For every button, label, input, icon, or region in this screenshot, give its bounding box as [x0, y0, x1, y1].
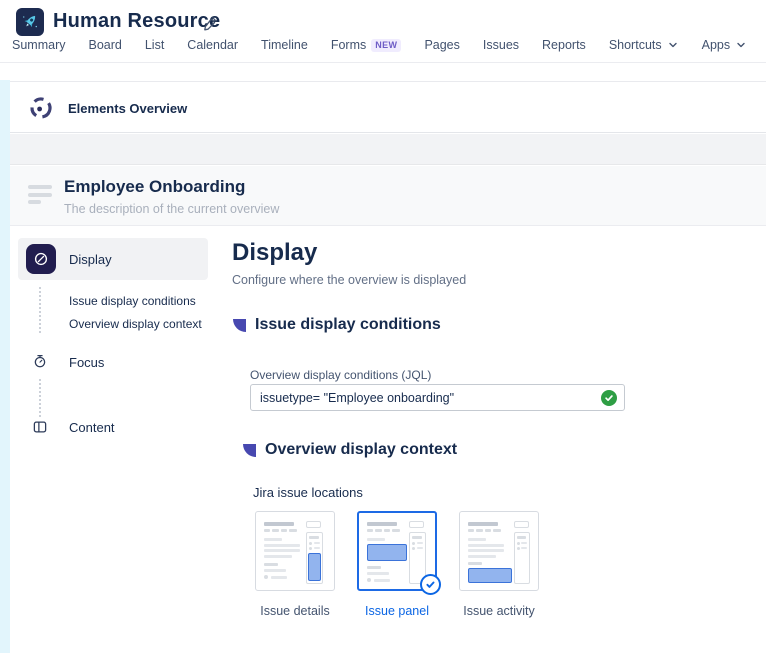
page-subtitle: Configure where the overview is displaye…	[232, 273, 466, 287]
new-badge: NEW	[371, 39, 401, 52]
elements-overview-logo-icon	[28, 95, 54, 121]
issue-details-label: Issue details	[260, 604, 329, 618]
issue-activity-card[interactable]	[459, 511, 539, 591]
app-bar: Elements Overview	[10, 81, 766, 133]
section-title-issue-display-conditions: Issue display conditions	[255, 316, 441, 334]
sidebar-item-content[interactable]: Content	[69, 420, 115, 435]
project-header: Human Resource	[0, 0, 766, 38]
section-spacer-band	[10, 134, 766, 165]
nav-divider	[0, 62, 766, 63]
issue-panel-card[interactable]	[357, 511, 437, 591]
display-icon	[26, 244, 56, 274]
page-title: Display	[232, 239, 317, 267]
overview-description: The description of the current overview	[64, 202, 279, 216]
tab-timeline[interactable]: Timeline	[261, 38, 308, 59]
tab-board[interactable]: Board	[88, 38, 121, 59]
tab-summary[interactable]: Summary	[12, 38, 65, 59]
tab-forms[interactable]: Forms NEW	[331, 38, 402, 59]
location-option-issue-panel: Issue panel	[357, 511, 437, 618]
tab-reports[interactable]: Reports	[542, 38, 586, 59]
tab-calendar[interactable]: Calendar	[187, 38, 238, 59]
tab-pages[interactable]: Pages	[424, 38, 459, 59]
project-title: Human Resource	[53, 10, 220, 33]
location-option-issue-details: Issue details	[255, 511, 335, 618]
tab-apps[interactable]: Apps	[702, 38, 748, 59]
overview-title: Employee Onboarding	[64, 177, 245, 197]
sidebar-subitem-overview-display-context[interactable]: Overview display context	[69, 317, 202, 331]
jql-field-label: Overview display conditions (JQL)	[250, 368, 431, 382]
overview-header: Employee Onboarding The description of t…	[10, 166, 766, 226]
sidebar-subitem-issue-display-conditions[interactable]: Issue display conditions	[69, 294, 196, 308]
tab-issues[interactable]: Issues	[483, 38, 519, 59]
jql-input[interactable]	[250, 384, 625, 411]
sidebar-item-focus[interactable]: Focus	[69, 355, 104, 370]
page-edge-strip	[0, 80, 10, 653]
section-marker-icon	[233, 319, 246, 332]
content-icon	[31, 418, 49, 436]
issue-activity-label: Issue activity	[463, 604, 535, 618]
focus-icon	[31, 352, 49, 370]
tab-list[interactable]: List	[145, 38, 164, 59]
edit-project-name-icon[interactable]	[202, 16, 218, 32]
app-bar-title: Elements Overview	[68, 101, 187, 116]
selected-check-icon	[420, 574, 441, 595]
chevron-down-icon	[667, 39, 679, 51]
elements-overview-settings-page: Human Resource Summary Board List Calend…	[0, 0, 766, 653]
drag-handle-icon[interactable]	[28, 185, 54, 205]
project-avatar-rocket-icon	[16, 8, 44, 36]
location-option-issue-activity: Issue activity	[459, 511, 539, 618]
section-marker-icon	[243, 444, 256, 457]
sidebar-connector	[39, 287, 41, 333]
sidebar-connector	[39, 379, 41, 417]
chevron-down-icon	[735, 39, 747, 51]
section-title-overview-display-context: Overview display context	[265, 441, 457, 459]
issue-details-card[interactable]	[255, 511, 335, 591]
valid-check-icon	[601, 390, 617, 406]
tab-shortcuts[interactable]: Shortcuts	[609, 38, 679, 59]
issue-panel-label: Issue panel	[365, 604, 429, 618]
sidebar-item-display-label: Display	[69, 252, 112, 267]
issue-location-cards: Issue details	[255, 511, 539, 618]
jira-issue-locations-label: Jira issue locations	[253, 485, 363, 500]
project-nav: Summary Board List Calendar Timeline For…	[12, 38, 766, 62]
